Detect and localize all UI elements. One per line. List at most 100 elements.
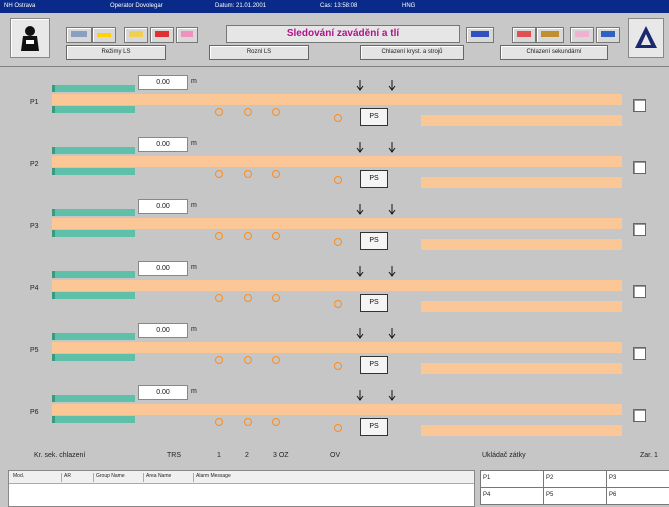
grid-label: P6 (609, 492, 617, 498)
grid-cell-p6[interactable]: P6 (606, 487, 669, 505)
ps-box[interactable]: PS (360, 108, 388, 126)
alarm-icon[interactable] (150, 27, 174, 43)
spray-dot-1 (215, 418, 223, 426)
rewind-icon[interactable] (466, 27, 494, 43)
spray-dot-1 (215, 108, 223, 116)
strand-grid: P1 P2 P3 P4 P5 P6 (480, 470, 669, 505)
col-alarm-message[interactable]: Alarm Message (193, 473, 231, 482)
teal-bar-bottom (52, 106, 135, 113)
ps-box[interactable]: PS (360, 232, 388, 250)
col-ar[interactable]: AR (61, 473, 71, 482)
strand-label: P3 (30, 223, 39, 230)
strand-row-p6: 0.00 m P6 PS (0, 385, 669, 447)
spray-dot-3 (272, 294, 280, 302)
ps-box[interactable]: PS (360, 418, 388, 436)
row-checkbox[interactable] (633, 161, 646, 174)
row-checkbox[interactable] (633, 409, 646, 422)
arrow-down-icon (356, 142, 364, 153)
date-label: Datum: 21.01.2001 (215, 3, 267, 9)
toolbar: Sledování zavádění a tlí Režimy LS Roznl… (0, 13, 669, 67)
screen-icon[interactable] (596, 27, 620, 43)
grid-cell-p5[interactable]: P5 (543, 487, 607, 505)
ps-box[interactable]: PS (360, 356, 388, 374)
teal-bar-bottom (52, 416, 135, 423)
length-value: 0.00 (138, 137, 188, 152)
arrow-down-icon (388, 204, 396, 215)
teal-bar-bottom (52, 168, 135, 175)
trend-icon[interactable] (92, 27, 116, 43)
code-label: HNG (402, 3, 416, 9)
grid-cell-p1[interactable]: P1 (480, 470, 544, 488)
key-icon[interactable] (536, 27, 564, 43)
app-name: NH Ostrava (4, 3, 36, 9)
spray-dot-3 (272, 108, 280, 116)
length-unit: m (191, 202, 197, 209)
grid-cell-p4[interactable]: P4 (480, 487, 544, 505)
spray-dot-ov (334, 176, 342, 184)
spray-dot-1 (215, 170, 223, 178)
document-icon[interactable] (176, 27, 198, 43)
spray-dot-2 (244, 356, 252, 364)
spray-dot-3 (272, 418, 280, 426)
legend-2: 2 (245, 452, 249, 459)
alarm-header: Mod. AR Group Name Area Name Alarm Messa… (9, 471, 474, 484)
screen-title: Sledování zavádění a tlí (226, 25, 460, 43)
col-group-name[interactable]: Group Name (93, 473, 125, 482)
grid-cell-p2[interactable]: P2 (543, 470, 607, 488)
row-checkbox[interactable] (633, 347, 646, 360)
teal-bar-bottom (52, 292, 135, 299)
row-checkbox[interactable] (633, 223, 646, 236)
strand-label: P1 (30, 99, 39, 106)
nav-chlazeni-kryst[interactable]: Chlazení kryst. a strojů (360, 45, 464, 60)
spray-dot-ov (334, 114, 342, 122)
alarm-table[interactable]: Mod. AR Group Name Area Name Alarm Messa… (8, 470, 475, 507)
nav-chlazeni-sekundarni[interactable]: Chlazení sekundární (500, 45, 608, 60)
ps-box[interactable]: PS (360, 294, 388, 312)
teal-bar-top (52, 209, 135, 216)
output-band (421, 177, 622, 188)
legend-ov: OV (330, 452, 341, 459)
grid-cell-p3[interactable]: P3 (606, 470, 669, 488)
length-unit: m (191, 388, 197, 395)
row-checkbox[interactable] (633, 99, 646, 112)
spray-dot-2 (244, 170, 252, 178)
legend-3-oz: 3 OZ (273, 452, 289, 459)
strand-band (52, 342, 622, 353)
spray-dot-2 (244, 294, 252, 302)
strand-band (52, 404, 622, 415)
arrow-down-icon (356, 80, 364, 91)
legend-trs: TRS (167, 452, 181, 459)
mail-icon[interactable] (570, 27, 594, 43)
legend-zar: Zar. 1 (640, 452, 658, 459)
delete-icon[interactable] (512, 27, 536, 43)
grid-label: P1 (483, 475, 491, 481)
output-band (421, 425, 622, 436)
row-checkbox[interactable] (633, 285, 646, 298)
col-area-name[interactable]: Area Name (143, 473, 171, 482)
ps-box[interactable]: PS (360, 170, 388, 188)
length-value: 0.00 (138, 75, 188, 90)
spray-dot-3 (272, 170, 280, 178)
teal-bar-bottom (52, 354, 135, 361)
teal-bar-top (52, 147, 135, 154)
arrow-down-icon (388, 390, 396, 401)
spray-dot-3 (272, 356, 280, 364)
strand-band (52, 218, 622, 229)
col-mod[interactable]: Mod. (11, 473, 24, 482)
strand-band (52, 94, 622, 105)
length-value: 0.00 (138, 261, 188, 276)
output-band (421, 115, 622, 126)
spray-dot-3 (272, 232, 280, 240)
folder-icon[interactable] (124, 27, 148, 43)
nav-rezimy-ls[interactable]: Režimy LS (66, 45, 166, 60)
arrow-down-icon (356, 266, 364, 277)
nav-rozni-ls[interactable]: Roznl LS (209, 45, 309, 60)
output-band (421, 301, 622, 312)
arrow-down-icon (388, 266, 396, 277)
print-icon[interactable] (66, 27, 92, 43)
arrow-down-icon (356, 204, 364, 215)
spray-dot-1 (215, 232, 223, 240)
spray-dot-ov (334, 424, 342, 432)
arrow-down-icon (388, 80, 396, 91)
length-unit: m (191, 326, 197, 333)
